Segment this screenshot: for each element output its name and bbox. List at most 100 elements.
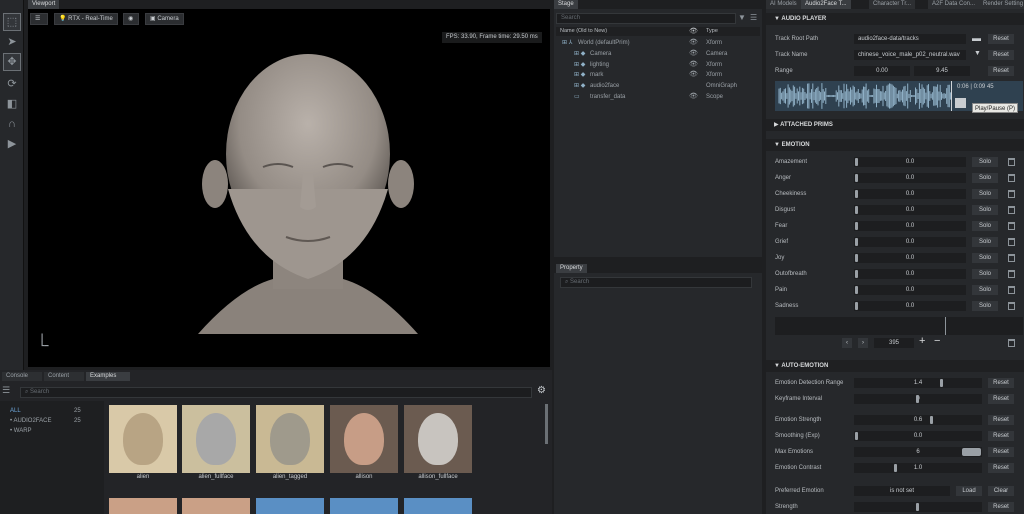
thumbnail[interactable] [256,405,324,473]
stage-row[interactable]: ⊞ ◆ lighting 👁 Xform [554,60,762,70]
clear-button[interactable]: Clear [988,486,1014,496]
range-start-field[interactable]: 0.00 [854,66,910,76]
renderer-button[interactable]: 💡 RTX - Real-Time [54,13,118,25]
trash-icon[interactable] [1008,270,1015,278]
stage-search-input[interactable]: Search [556,13,736,24]
solo-button[interactable]: Solo [972,221,998,231]
auto-emotion-knob[interactable] [894,464,897,472]
emotion-header[interactable]: ▼ EMOTION [766,139,1024,151]
property-search-input[interactable]: ⌕ Search [560,277,752,288]
emotion-slider-knob[interactable] [855,190,858,198]
category-item[interactable]: • AUDIO2FACE [10,418,51,424]
range-reset-button[interactable]: Reset [988,66,1014,76]
add-key-icon[interactable]: + [919,335,925,347]
emotion-slider[interactable]: 0.0 [854,253,966,263]
auto-emotion-reset-button[interactable]: Reset [988,431,1014,441]
auto-emotion-reset-button[interactable]: Reset [988,447,1014,457]
emotion-slider[interactable]: 0.0 [854,269,966,279]
strength-reset-button[interactable]: Reset [988,502,1014,512]
auto-emotion-reset-button[interactable]: Reset [988,415,1014,425]
emotion-slider[interactable]: 0.0 [854,173,966,183]
auto-emotion-slider[interactable]: 1.4 [854,378,982,388]
snap-tool-icon[interactable]: ∩ [4,116,20,132]
visibility-icon[interactable]: 👁 [689,49,698,59]
auto-emotion-slider[interactable]: 0.6 [854,415,982,425]
emotion-slider-knob[interactable] [855,270,858,278]
scrollbar[interactable] [545,404,548,444]
tab-right-4[interactable]: Render Setting [979,0,1024,9]
trash-icon[interactable] [1008,238,1015,246]
thumbnail-partial[interactable] [109,498,177,514]
tab-right-2[interactable]: Character Tr... [869,0,916,9]
auto-emotion-reset-button[interactable]: Reset [988,394,1014,404]
stage-row[interactable]: ⊞ ◆ Camera 👁 Camera [554,49,762,59]
stage-row[interactable]: ⊞ ◆ mark 👁 Xform [554,70,762,80]
auto-emotion-knob[interactable] [940,379,943,387]
tab-right-0[interactable]: AI Models [766,0,801,9]
stage-row[interactable]: ⊞ ⅄ World (defaultPrim) 👁 Xform [554,38,762,48]
trash-icon[interactable] [1008,286,1015,294]
category-item[interactable]: • WARP [10,428,32,434]
max-emotions-toggle[interactable] [962,448,981,456]
thumbnail[interactable] [404,405,472,473]
solo-button[interactable]: Solo [972,173,998,183]
emotion-slider-knob[interactable] [855,174,858,182]
emotion-slider-knob[interactable] [855,254,858,262]
strength-knob[interactable] [916,503,919,511]
visibility-icon[interactable]: 👁 [689,70,698,80]
emotion-slider-knob[interactable] [855,302,858,310]
tab-right-3[interactable]: A2F Data Con... [928,0,980,9]
solo-button[interactable]: Solo [972,205,998,215]
trash-icon[interactable] [1008,174,1015,182]
track-name-select[interactable]: chinese_voice_male_p02_neutral.wav [854,50,966,60]
thumbnail-partial[interactable] [182,498,250,514]
visibility-icon[interactable]: 👁 [689,38,698,48]
tab-examples[interactable]: Examples [86,372,130,381]
tab-stage[interactable]: Stage [554,0,578,9]
emotion-slider[interactable]: 0.0 [854,301,966,311]
trash-icon[interactable] [1008,254,1015,262]
thumbnail-partial[interactable] [256,498,324,514]
stage-row[interactable]: ⊞ ◆ audio2face OmniGraph [554,81,762,91]
emotion-timeline[interactable] [775,317,1023,335]
emotion-slider[interactable]: 0.0 [854,205,966,215]
next-key-button[interactable]: › [858,338,868,348]
solo-button[interactable]: Solo [972,285,998,295]
emotion-slider[interactable]: 0.0 [854,285,966,295]
folder-icon[interactable]: ▬ [972,33,981,43]
stage-menu-icon[interactable]: ☰ [750,13,757,22]
trash-icon[interactable] [1008,302,1015,310]
trash-icon[interactable] [1008,190,1015,198]
auto-emotion-knob[interactable] [916,395,919,403]
settings-gear-icon[interactable]: ⚙ [537,385,546,396]
emotion-slider-knob[interactable] [855,206,858,214]
emotion-slider-knob[interactable] [855,286,858,294]
range-end-field[interactable]: 9.45 [914,66,970,76]
preferred-emotion-field[interactable]: is not set [854,486,950,496]
visibility-icon[interactable]: ◉ [123,13,139,25]
play-tool-icon[interactable]: ▶ [4,136,20,152]
thumbnail[interactable] [330,405,398,473]
emotion-slider[interactable]: 0.0 [854,189,966,199]
solo-button[interactable]: Solo [972,189,998,199]
thumbnail[interactable] [182,405,250,473]
tab-console[interactable]: Console [2,372,42,381]
emotion-slider-knob[interactable] [855,222,858,230]
load-button[interactable]: Load [956,486,982,496]
auto-emotion-reset-button[interactable]: Reset [988,463,1014,473]
remove-key-icon[interactable]: − [934,335,940,347]
rotate-tool-icon[interactable]: ⟳ [4,76,20,92]
auto-emotion-knob[interactable] [930,416,933,424]
camera-button[interactable]: ▣ Camera [145,13,184,25]
track-root-reset-button[interactable]: Reset [988,34,1014,44]
solo-button[interactable]: Solo [972,253,998,263]
scale-tool-icon[interactable]: ◧ [4,96,20,112]
pointer-tool-icon[interactable]: ➤ [4,34,20,50]
solo-button[interactable]: Solo [972,269,998,279]
thumbnail-partial[interactable] [404,498,472,514]
examples-search-input[interactable]: ⌕ Search [20,387,532,398]
category-item[interactable]: ALL [10,408,21,414]
solo-button[interactable]: Solo [972,157,998,167]
select-tool-icon[interactable]: ⬚ [3,13,21,31]
emotion-slider-knob[interactable] [855,158,858,166]
